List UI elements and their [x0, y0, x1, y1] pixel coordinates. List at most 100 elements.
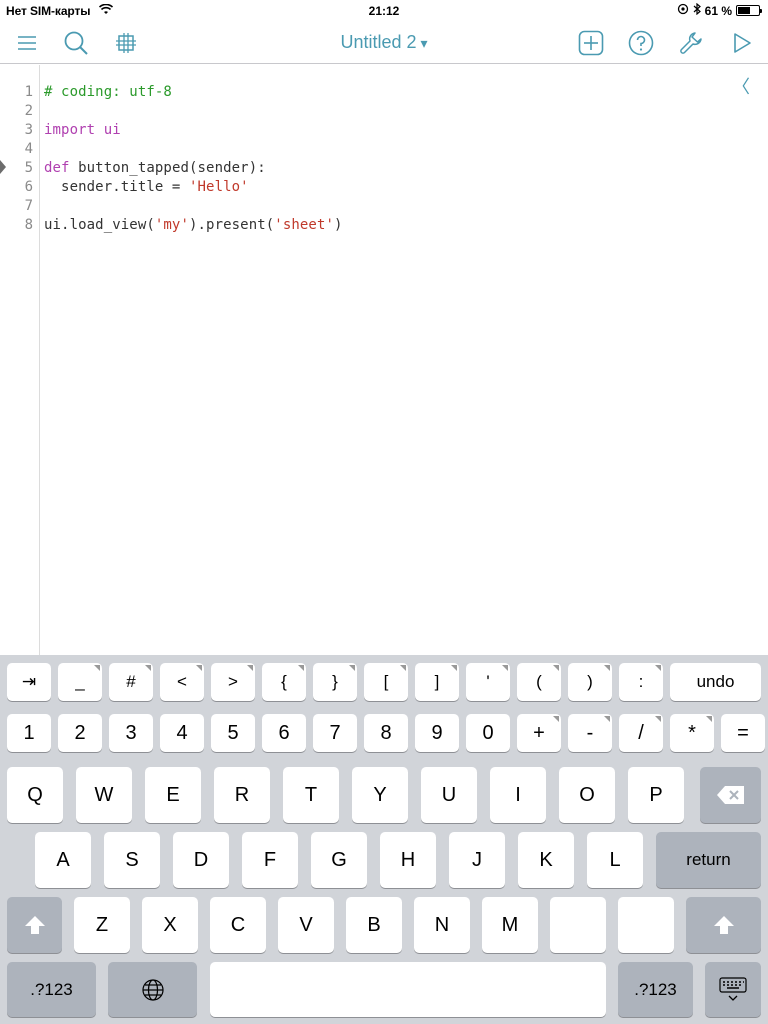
- symbol-key[interactable]: ): [568, 663, 612, 701]
- number-key[interactable]: 6: [262, 714, 306, 752]
- code-line[interactable]: def button_tapped(sender):: [44, 160, 266, 176]
- play-icon[interactable]: [727, 28, 757, 58]
- symbol-key[interactable]: #: [109, 663, 153, 701]
- letter-key[interactable]: I: [490, 767, 546, 823]
- letter-key[interactable]: G: [311, 832, 367, 888]
- bluetooth-icon: [693, 2, 701, 18]
- number-key[interactable]: 2: [58, 714, 102, 752]
- battery-icon: [736, 5, 762, 16]
- letter-key[interactable]: W: [76, 767, 132, 823]
- letter-key[interactable]: Y: [352, 767, 408, 823]
- symbol-key[interactable]: _: [58, 663, 102, 701]
- letter-key[interactable]: A: [35, 832, 91, 888]
- letter-key[interactable]: J: [449, 832, 505, 888]
- letter-key[interactable]: X: [142, 897, 198, 953]
- chevron-down-icon: ▾: [420, 35, 428, 51]
- code-token: import: [44, 122, 96, 138]
- number-key[interactable]: 3: [109, 714, 153, 752]
- number-key[interactable]: 8: [364, 714, 408, 752]
- letter-key[interactable]: B: [346, 897, 402, 953]
- number-key[interactable]: =: [721, 714, 765, 752]
- letter-key[interactable]: E: [145, 767, 201, 823]
- number-key[interactable]: -: [568, 714, 612, 752]
- shift-icon: [713, 916, 734, 934]
- letter-key[interactable]: Q: [7, 767, 63, 823]
- symbol-key[interactable]: <: [160, 663, 204, 701]
- symbol-key[interactable]: ⇥: [7, 663, 51, 701]
- symbol-key[interactable]: (: [517, 663, 561, 701]
- number-key[interactable]: 9: [415, 714, 459, 752]
- letter-key[interactable]: H: [380, 832, 436, 888]
- letter-key[interactable]: F: [242, 832, 298, 888]
- symbol-key[interactable]: ': [466, 663, 510, 701]
- number-key[interactable]: *: [670, 714, 714, 752]
- undo-key[interactable]: undo: [670, 663, 761, 701]
- letter-key[interactable]: S: [104, 832, 160, 888]
- letter-key[interactable]: R: [214, 767, 270, 823]
- letter-key[interactable]: M: [482, 897, 538, 953]
- symbol-key[interactable]: {: [262, 663, 306, 701]
- letter-key[interactable]: C: [210, 897, 266, 953]
- punctuation-key-exclaim-comma[interactable]: [550, 897, 606, 953]
- symbol-key[interactable]: }: [313, 663, 357, 701]
- number-key[interactable]: 1: [7, 714, 51, 752]
- line-number: 1: [24, 84, 33, 100]
- clock: 21:12: [368, 4, 400, 18]
- battery-fill: [738, 7, 751, 14]
- code-token: sender.title =: [44, 179, 189, 195]
- letter-key[interactable]: O: [559, 767, 615, 823]
- letter-key[interactable]: D: [173, 832, 229, 888]
- letter-key[interactable]: T: [283, 767, 339, 823]
- code-line[interactable]: import ui: [44, 122, 121, 138]
- line-number-gutter: 1 2 3 4 5 6 7 8: [0, 65, 40, 655]
- line-number: 2: [24, 103, 33, 119]
- delete-key[interactable]: [700, 767, 761, 823]
- number-key[interactable]: /: [619, 714, 663, 752]
- code-editor[interactable]: 1 2 3 4 5 6 7 8 # coding: utf-8 import ui def but…: [0, 65, 768, 655]
- letter-key[interactable]: U: [421, 767, 477, 823]
- fold-marker-icon[interactable]: [0, 160, 6, 174]
- return-key[interactable]: return: [656, 832, 761, 888]
- shift-icon: [24, 916, 45, 934]
- number-key[interactable]: 7: [313, 714, 357, 752]
- number-key[interactable]: 0: [466, 714, 510, 752]
- number-key[interactable]: 4: [160, 714, 204, 752]
- code-line[interactable]: sender.title = 'Hello': [44, 179, 249, 195]
- code-token: 'sheet': [274, 217, 334, 233]
- keyboard-hide-icon: [719, 976, 747, 1001]
- code-line[interactable]: # coding: utf-8: [44, 84, 172, 100]
- letter-key[interactable]: N: [414, 897, 470, 953]
- code-line[interactable]: ui.load_view('my').present('sheet'): [44, 217, 343, 233]
- symbol-key[interactable]: [: [364, 663, 408, 701]
- battery-percent: 61 %: [704, 3, 732, 18]
- wrench-icon[interactable]: [676, 28, 706, 58]
- shift-key-left[interactable]: [7, 897, 62, 953]
- add-icon[interactable]: [576, 28, 606, 58]
- globe-icon: [141, 978, 164, 1001]
- help-icon[interactable]: [626, 28, 656, 58]
- symbol-key[interactable]: :: [619, 663, 663, 701]
- numbers-key-right[interactable]: .?123: [618, 962, 693, 1017]
- number-key[interactable]: +: [517, 714, 561, 752]
- symbol-key[interactable]: >: [211, 663, 255, 701]
- symbol-key[interactable]: ]: [415, 663, 459, 701]
- letter-key[interactable]: L: [587, 832, 643, 888]
- globe-key[interactable]: [108, 962, 197, 1017]
- letter-key[interactable]: Z: [74, 897, 130, 953]
- shift-key-right[interactable]: [686, 897, 761, 953]
- number-key[interactable]: 5: [211, 714, 255, 752]
- collapse-panel-icon[interactable]: 〈: [732, 73, 750, 99]
- letter-key[interactable]: P: [628, 767, 684, 823]
- punctuation-key-question-period[interactable]: [618, 897, 674, 953]
- letter-key[interactable]: K: [518, 832, 574, 888]
- line-number: 4: [24, 141, 33, 157]
- code-token: def: [44, 160, 70, 176]
- toolbar: Untitled 2 ▾: [0, 22, 768, 64]
- status-bar: Нет SIM-карты 21:12 61 %: [0, 0, 768, 22]
- letter-key[interactable]: V: [278, 897, 334, 953]
- numbers-key-left[interactable]: .?123: [7, 962, 96, 1017]
- line-number: 8: [24, 217, 33, 233]
- space-bar[interactable]: [210, 962, 606, 1017]
- document-title-label: Untitled 2: [340, 32, 417, 52]
- dismiss-keyboard-key[interactable]: [705, 962, 761, 1017]
